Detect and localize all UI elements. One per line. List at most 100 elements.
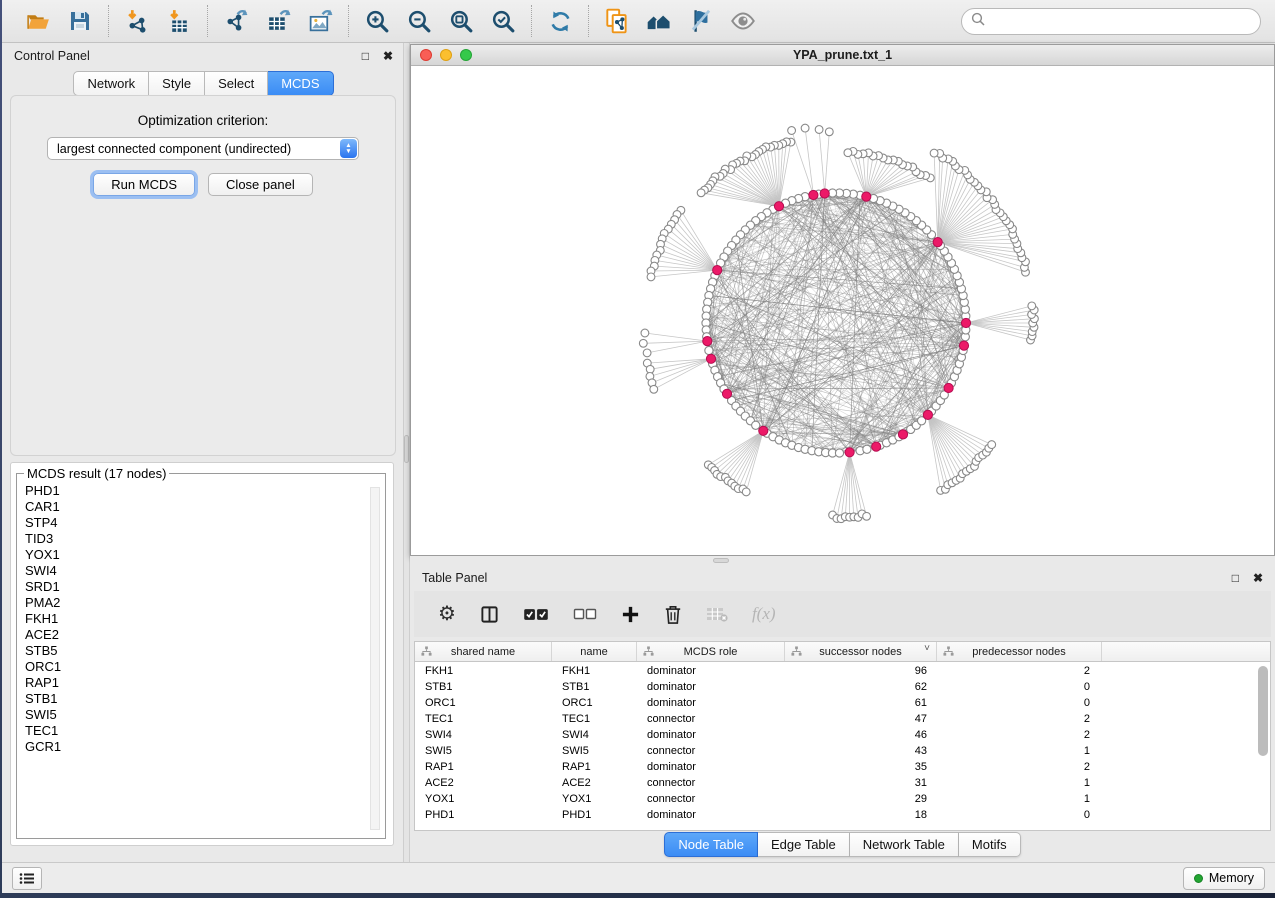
result-item[interactable]: RAP1 <box>25 675 361 691</box>
result-item[interactable]: ORC1 <box>25 659 361 675</box>
graph-node[interactable] <box>801 124 809 132</box>
zoom-selected-icon[interactable] <box>487 5 519 37</box>
result-item[interactable]: SWI5 <box>25 707 361 723</box>
result-item[interactable]: YOX1 <box>25 547 361 563</box>
close-panel-button[interactable]: Close panel <box>208 173 313 196</box>
close-panel-icon[interactable]: ✖ <box>1253 571 1263 585</box>
float-panel-icon[interactable]: □ <box>362 49 369 63</box>
table-row[interactable]: YOX1YOX1connector291 <box>415 791 1256 807</box>
maximize-window-icon[interactable] <box>460 49 472 61</box>
tab-node-table[interactable]: Node Table <box>664 832 758 857</box>
graph-node[interactable] <box>639 339 647 347</box>
graph-node[interactable] <box>788 127 796 135</box>
graph-hub-node[interactable] <box>722 389 731 398</box>
horizontal-splitter[interactable] <box>410 556 1275 565</box>
zoom-out-icon[interactable] <box>403 5 435 37</box>
table-row[interactable]: FKH1FKH1dominator962 <box>415 663 1256 679</box>
table-scrollbar[interactable] <box>1258 666 1268 756</box>
graph-hub-node[interactable] <box>706 354 715 363</box>
search-input[interactable] <box>991 14 1251 29</box>
network-canvas[interactable] <box>411 66 1274 555</box>
log-console-button[interactable] <box>12 867 42 890</box>
table-row[interactable]: SWI5SWI5connector431 <box>415 743 1256 759</box>
graph-node[interactable] <box>697 189 705 197</box>
graph-hub-node[interactable] <box>703 337 712 346</box>
tab-network[interactable]: Network <box>73 71 149 96</box>
column-header-MCDS-role[interactable]: MCDS role <box>637 642 785 661</box>
graph-node[interactable] <box>835 449 843 457</box>
network-overview-icon[interactable] <box>643 5 675 37</box>
result-item[interactable]: GCR1 <box>25 739 361 755</box>
splitter-grip[interactable] <box>713 558 729 563</box>
table-row[interactable]: SWI4SWI4dominator462 <box>415 727 1256 743</box>
graph-node[interactable] <box>815 126 823 134</box>
graph-node[interactable] <box>647 273 655 281</box>
graph-node[interactable] <box>1028 302 1036 310</box>
search-box[interactable] <box>961 8 1261 35</box>
graph-hub-node[interactable] <box>759 426 768 435</box>
import-network-icon[interactable] <box>121 5 153 37</box>
graph-hub-node[interactable] <box>923 410 932 419</box>
graph-node[interactable] <box>650 385 658 393</box>
column-header-predecessor-nodes[interactable]: predecessor nodes <box>937 642 1102 661</box>
result-item[interactable]: PMA2 <box>25 595 361 611</box>
save-session-icon[interactable] <box>64 5 96 37</box>
result-item[interactable]: TID3 <box>25 531 361 547</box>
graph-hub-node[interactable] <box>713 266 722 275</box>
tab-motifs[interactable]: Motifs <box>959 832 1021 857</box>
tab-select[interactable]: Select <box>205 71 268 96</box>
split-panel-icon[interactable] <box>480 601 499 627</box>
table-row[interactable]: TEC1TEC1connector472 <box>415 711 1256 727</box>
result-item[interactable]: SWI4 <box>25 563 361 579</box>
result-item[interactable]: ACE2 <box>25 627 361 643</box>
float-panel-icon[interactable]: □ <box>1232 571 1239 585</box>
memory-button[interactable]: Memory <box>1183 867 1265 890</box>
export-network-icon[interactable] <box>220 5 252 37</box>
graph-node[interactable] <box>641 329 649 337</box>
clone-network-icon[interactable] <box>601 5 633 37</box>
refresh-icon[interactable] <box>544 5 576 37</box>
add-column-icon[interactable] <box>621 601 640 627</box>
graph-hub-node[interactable] <box>774 202 783 211</box>
table-row[interactable]: RAP1RAP1dominator352 <box>415 759 1256 775</box>
close-window-icon[interactable] <box>420 49 432 61</box>
close-panel-icon[interactable]: ✖ <box>383 49 393 63</box>
result-item[interactable]: STB5 <box>25 643 361 659</box>
result-item[interactable]: PHD1 <box>25 483 361 499</box>
graph-node[interactable] <box>863 512 871 520</box>
import-table-icon[interactable] <box>163 5 195 37</box>
graphics-details-icon[interactable] <box>685 5 717 37</box>
criterion-select[interactable]: largest connected component (undirected)… <box>47 137 359 160</box>
deselect-all-rows-icon[interactable] <box>573 601 597 627</box>
graph-node[interactable] <box>930 149 938 157</box>
table-row[interactable]: PHD1PHD1dominator180 <box>415 807 1256 823</box>
birdseye-view-icon[interactable] <box>727 5 759 37</box>
graph-node[interactable] <box>825 128 833 136</box>
tab-edge-table[interactable]: Edge Table <box>758 832 850 857</box>
graph-hub-node[interactable] <box>959 341 968 350</box>
graph-node[interactable] <box>752 421 760 429</box>
graph-node[interactable] <box>844 149 852 157</box>
result-item[interactable]: SRD1 <box>25 579 361 595</box>
minimize-window-icon[interactable] <box>440 49 452 61</box>
graph-hub-node[interactable] <box>933 238 942 247</box>
tab-style[interactable]: Style <box>149 71 205 96</box>
result-item[interactable]: CAR1 <box>25 499 361 515</box>
column-settings-icon[interactable]: ⚙ <box>438 601 456 627</box>
column-header-name[interactable]: name <box>552 642 637 661</box>
result-item[interactable]: FKH1 <box>25 611 361 627</box>
export-table-icon[interactable] <box>262 5 294 37</box>
table-row[interactable]: STB1STB1dominator620 <box>415 679 1256 695</box>
run-mcds-button[interactable]: Run MCDS <box>93 173 195 196</box>
zoom-in-icon[interactable] <box>361 5 393 37</box>
column-header-shared-name[interactable]: shared name <box>415 642 552 661</box>
tab-network-table[interactable]: Network Table <box>850 832 959 857</box>
graph-node[interactable] <box>705 346 713 354</box>
graph-hub-node[interactable] <box>820 189 829 198</box>
table-row[interactable]: ORC1ORC1dominator610 <box>415 695 1256 711</box>
table-row[interactable]: ACE2ACE2connector311 <box>415 775 1256 791</box>
result-item[interactable]: STB1 <box>25 691 361 707</box>
select-all-rows-icon[interactable] <box>523 601 549 627</box>
graph-hub-node[interactable] <box>872 442 881 451</box>
zoom-fit-icon[interactable] <box>445 5 477 37</box>
